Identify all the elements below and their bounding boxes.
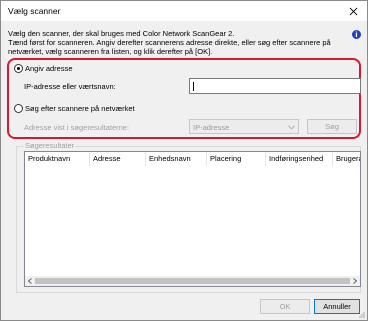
dialog-title: Vælg scanner	[8, 6, 61, 16]
info-icon[interactable]: i	[352, 30, 361, 39]
text-caret	[193, 82, 194, 91]
column-header-product[interactable]: Produktnavn	[25, 152, 90, 166]
search-radio[interactable]	[14, 104, 23, 113]
close-button[interactable]	[339, 1, 367, 21]
column-header-device-name[interactable]: Enhedsnavn	[146, 152, 207, 166]
intro-text: Vælg den scanner, der skal bruges med Co…	[8, 29, 338, 56]
column-header-address[interactable]: Adresse	[90, 152, 146, 166]
column-header-location[interactable]: Placering	[207, 152, 266, 166]
address-type-value: IP-adresse	[193, 123, 230, 132]
chevron-left-icon	[28, 278, 32, 284]
address-radio-label[interactable]: Angiv adresse	[25, 64, 73, 73]
address-type-select[interactable]: IP-adresse	[189, 119, 299, 134]
ok-button[interactable]: OK	[260, 299, 310, 314]
dialog-window: Vælg scanner Vælg den scanner, der skal …	[0, 0, 368, 321]
chevron-right-icon	[353, 278, 357, 284]
address-type-label: Adresse vist i søgeresultaterne:	[24, 123, 130, 132]
column-header-feeder[interactable]: Indføringsenhed	[266, 152, 333, 166]
horizontal-scrollbar[interactable]	[25, 276, 360, 286]
scroll-right-button[interactable]	[350, 276, 360, 286]
close-icon	[349, 7, 357, 15]
search-radio-label[interactable]: Søg efter scannere på netværket	[25, 104, 135, 113]
chevron-down-icon	[288, 125, 295, 130]
intro-line-1: Vælg den scanner, der skal bruges med Co…	[8, 29, 235, 38]
scroll-left-button[interactable]	[25, 276, 35, 286]
column-header-user-address[interactable]: Brugeradr	[333, 152, 360, 166]
address-radio[interactable]	[14, 64, 23, 73]
intro-line-2: Tænd først for scanneren. Angiv derefter…	[8, 38, 331, 56]
search-button[interactable]: Søg	[307, 119, 357, 134]
scrollbar-thumb[interactable]	[35, 278, 350, 284]
results-label: Søgeresultater	[24, 141, 76, 150]
title-bar: Vælg scanner	[1, 1, 367, 21]
results-list[interactable]: Produktnavn Adresse Enhedsnavn Placering…	[24, 151, 361, 287]
ip-address-input[interactable]	[189, 78, 361, 94]
resize-grip-icon[interactable]	[357, 310, 365, 318]
ip-field-label: IP-adresse eller værtsnavn:	[24, 82, 116, 91]
cancel-button[interactable]: Annuller	[314, 299, 360, 314]
